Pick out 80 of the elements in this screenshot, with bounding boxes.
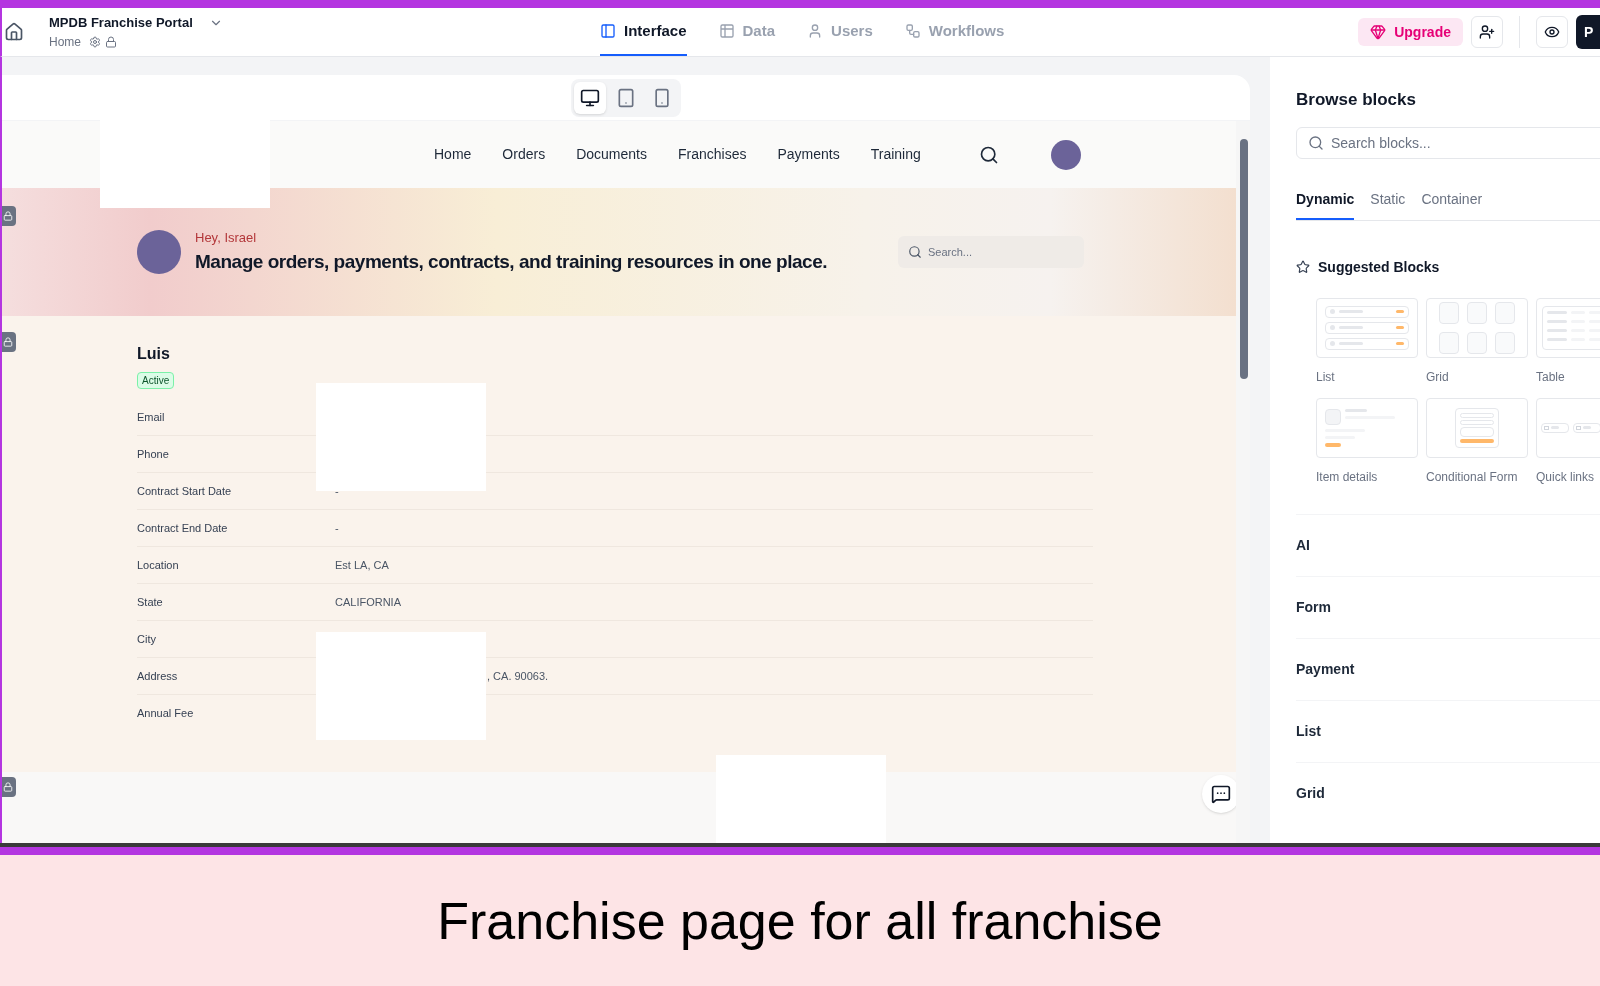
panel-tab[interactable]: Dynamic (1296, 188, 1355, 220)
field-value: Est LA, CA (335, 557, 389, 573)
block-category[interactable]: Grid (1296, 782, 1325, 804)
field-value: , CA. 90063. (487, 668, 549, 684)
lock-icon (3, 337, 13, 347)
lock-icon (3, 782, 13, 792)
field-label: City (137, 631, 157, 647)
layout-icon (600, 23, 616, 39)
field-label: Location (137, 557, 180, 573)
block-label: Grid (1426, 368, 1450, 386)
block-thumbnail[interactable] (1426, 297, 1528, 358)
record-name: Luis (137, 344, 171, 364)
page-nav-link[interactable]: Documents (576, 144, 647, 165)
block-thumbnail[interactable] (1316, 297, 1418, 358)
field-label: Phone (137, 446, 170, 462)
block-label: Conditional Form (1426, 468, 1519, 486)
page-nav-link[interactable]: Franchises (677, 144, 747, 165)
app-title: MPDB Franchise Portal (49, 14, 193, 33)
eye-icon (1544, 24, 1560, 40)
page-nav-link[interactable]: Orders (502, 144, 546, 165)
hero-headline: Manage orders, payments, contracts, and training resources in one place. (195, 249, 828, 274)
table-icon (718, 23, 735, 39)
lock-tab[interactable] (2, 332, 16, 352)
page-nav-link[interactable]: Payments (777, 144, 840, 165)
block-category[interactable]: Form (1296, 596, 1331, 618)
field-label: Email (137, 409, 166, 425)
blocks-search-field[interactable]: Search blocks... (1296, 126, 1600, 159)
lock-icon (3, 211, 13, 221)
greeting: Hey, Israel (195, 229, 258, 247)
monitor-icon (580, 87, 600, 108)
status-badge: Active (137, 372, 175, 389)
field-value: - (335, 520, 339, 536)
workflow-icon (904, 23, 921, 39)
gear-icon[interactable] (89, 35, 101, 48)
block-thumbnail[interactable] (1316, 397, 1418, 458)
lock-tab[interactable] (2, 777, 16, 797)
block-label: List (1316, 368, 1336, 386)
search-icon[interactable] (978, 144, 999, 165)
block-label: Quick links (1536, 468, 1595, 486)
upgrade-button[interactable]: Upgrade (1358, 18, 1463, 46)
search-icon (1308, 134, 1324, 151)
lock-icon (105, 35, 117, 48)
block-category[interactable]: Payment (1296, 658, 1355, 680)
field-value: CALIFORNIA (335, 594, 401, 610)
field-label: Address (137, 668, 179, 684)
block-category[interactable]: AI (1296, 534, 1310, 556)
avatar[interactable] (1050, 139, 1081, 170)
preview-button[interactable] (1536, 16, 1568, 48)
hero-search-field[interactable]: Search... (898, 236, 1084, 268)
home-icon[interactable] (4, 22, 24, 42)
field-label: Contract Start Date (137, 483, 233, 499)
add-user-icon (1479, 24, 1495, 40)
chat-icon (1211, 784, 1231, 804)
phone-icon (652, 87, 672, 108)
block-category[interactable]: List (1296, 720, 1321, 742)
block-thumbnail[interactable] (1426, 397, 1528, 458)
device-toggle[interactable] (574, 81, 606, 114)
block-label: Item details (1316, 468, 1379, 486)
scrollbar[interactable] (1236, 121, 1250, 843)
panel-tab[interactable]: Static (1370, 188, 1406, 220)
block-label: Table (1536, 368, 1566, 386)
tablet-icon (616, 87, 636, 108)
star-icon (1296, 260, 1310, 274)
page-nav-link[interactable]: Home (434, 144, 472, 165)
lock-tab[interactable] (2, 206, 16, 226)
field-value: - (335, 483, 339, 499)
field-label: State (137, 594, 164, 610)
field-label: Annual Fee (137, 706, 195, 722)
page-nav-link[interactable]: Training (870, 144, 921, 165)
breadcrumb[interactable]: Home (49, 32, 81, 51)
publish-button[interactable]: P (1576, 15, 1600, 49)
field-label: Contract End Date (137, 520, 229, 536)
search-icon (908, 245, 922, 259)
gem-icon (1370, 24, 1387, 40)
invite-user-button[interactable] (1471, 16, 1503, 48)
avatar (137, 230, 181, 274)
panel-title: Browse blocks (1296, 89, 1417, 111)
panel-tab[interactable]: Container (1421, 188, 1483, 220)
caption: Franchise page for all franchise (437, 890, 1163, 952)
section-title: Suggested Blocks (1318, 257, 1440, 277)
